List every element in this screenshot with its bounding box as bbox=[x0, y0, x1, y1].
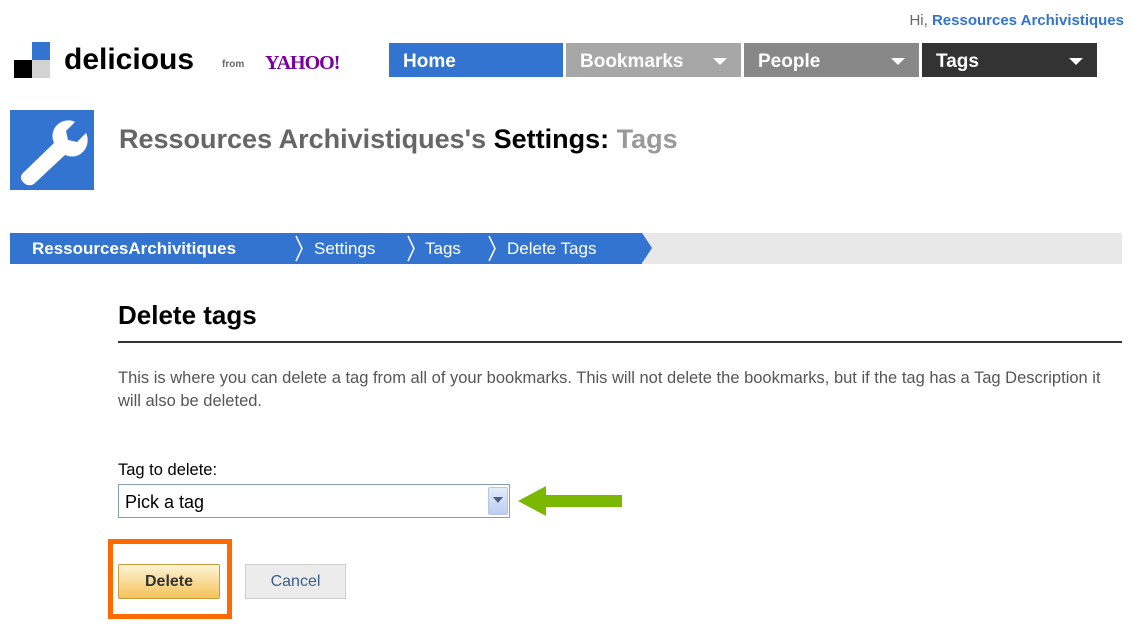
heading-divider bbox=[118, 341, 1122, 343]
tab-people-label: People bbox=[758, 51, 821, 72]
chevron-down-icon[interactable] bbox=[1069, 58, 1083, 65]
breadcrumb-separator-icon bbox=[487, 233, 497, 264]
logo-wordmark: delicious bbox=[64, 43, 195, 76]
user-name-link[interactable]: Ressources Archivistiques bbox=[932, 12, 1124, 29]
breadcrumb-delete-tags: Delete Tags bbox=[507, 239, 597, 258]
chevron-down-icon[interactable] bbox=[891, 58, 905, 65]
page-title-section: Tags bbox=[616, 124, 678, 154]
green-arrow-annotation bbox=[518, 486, 622, 516]
cancel-button[interactable]: Cancel bbox=[245, 564, 346, 599]
page-title-user: Ressources Archivistiques's bbox=[119, 124, 487, 154]
page-title-settings: Settings: bbox=[493, 124, 610, 154]
delete-button[interactable]: Delete bbox=[118, 564, 220, 599]
tab-people[interactable]: People bbox=[744, 43, 919, 77]
tab-tags-label: Tags bbox=[936, 51, 979, 72]
tag-select-value: Pick a tag bbox=[125, 492, 205, 512]
tag-select[interactable]: Pick a tag bbox=[118, 484, 510, 518]
description-text: This is where you can delete a tag from … bbox=[118, 369, 1101, 410]
breadcrumb-tags[interactable]: Tags bbox=[425, 239, 461, 259]
dropdown-button[interactable] bbox=[488, 487, 508, 515]
tab-bookmarks[interactable]: Bookmarks bbox=[566, 43, 741, 77]
tab-bookmarks-label: Bookmarks bbox=[580, 51, 684, 72]
yahoo-logo: YAHOO! bbox=[265, 52, 340, 74]
wrench-icon bbox=[10, 110, 94, 190]
chevron-down-icon[interactable] bbox=[713, 58, 727, 65]
chevron-down-icon bbox=[493, 497, 503, 503]
breadcrumb-separator-icon bbox=[406, 233, 416, 264]
logo-from-text: from bbox=[222, 59, 245, 70]
user-greeting: Hi, Ressources Archivistiques bbox=[909, 12, 1124, 29]
breadcrumb-user[interactable]: RessourcesArchivitiques bbox=[32, 239, 236, 259]
tag-select-label: Tag to delete: bbox=[118, 461, 218, 479]
breadcrumb-separator-icon bbox=[294, 233, 304, 264]
page-title: Ressources Archivistiques's Settings: Ta… bbox=[119, 124, 678, 155]
breadcrumb-settings[interactable]: Settings bbox=[314, 239, 375, 259]
section-heading: Delete tags bbox=[118, 300, 257, 330]
tab-home-label: Home bbox=[403, 51, 456, 72]
greeting-prefix: Hi, bbox=[909, 12, 928, 29]
tab-tags[interactable]: Tags bbox=[922, 43, 1097, 77]
tab-home[interactable]: Home bbox=[389, 43, 563, 77]
site-logo[interactable]: delicious from YAHOO! bbox=[10, 40, 390, 80]
delicious-logo-icon bbox=[10, 40, 50, 80]
breadcrumb: RessourcesArchivitiques Settings Tags De… bbox=[10, 233, 1122, 264]
